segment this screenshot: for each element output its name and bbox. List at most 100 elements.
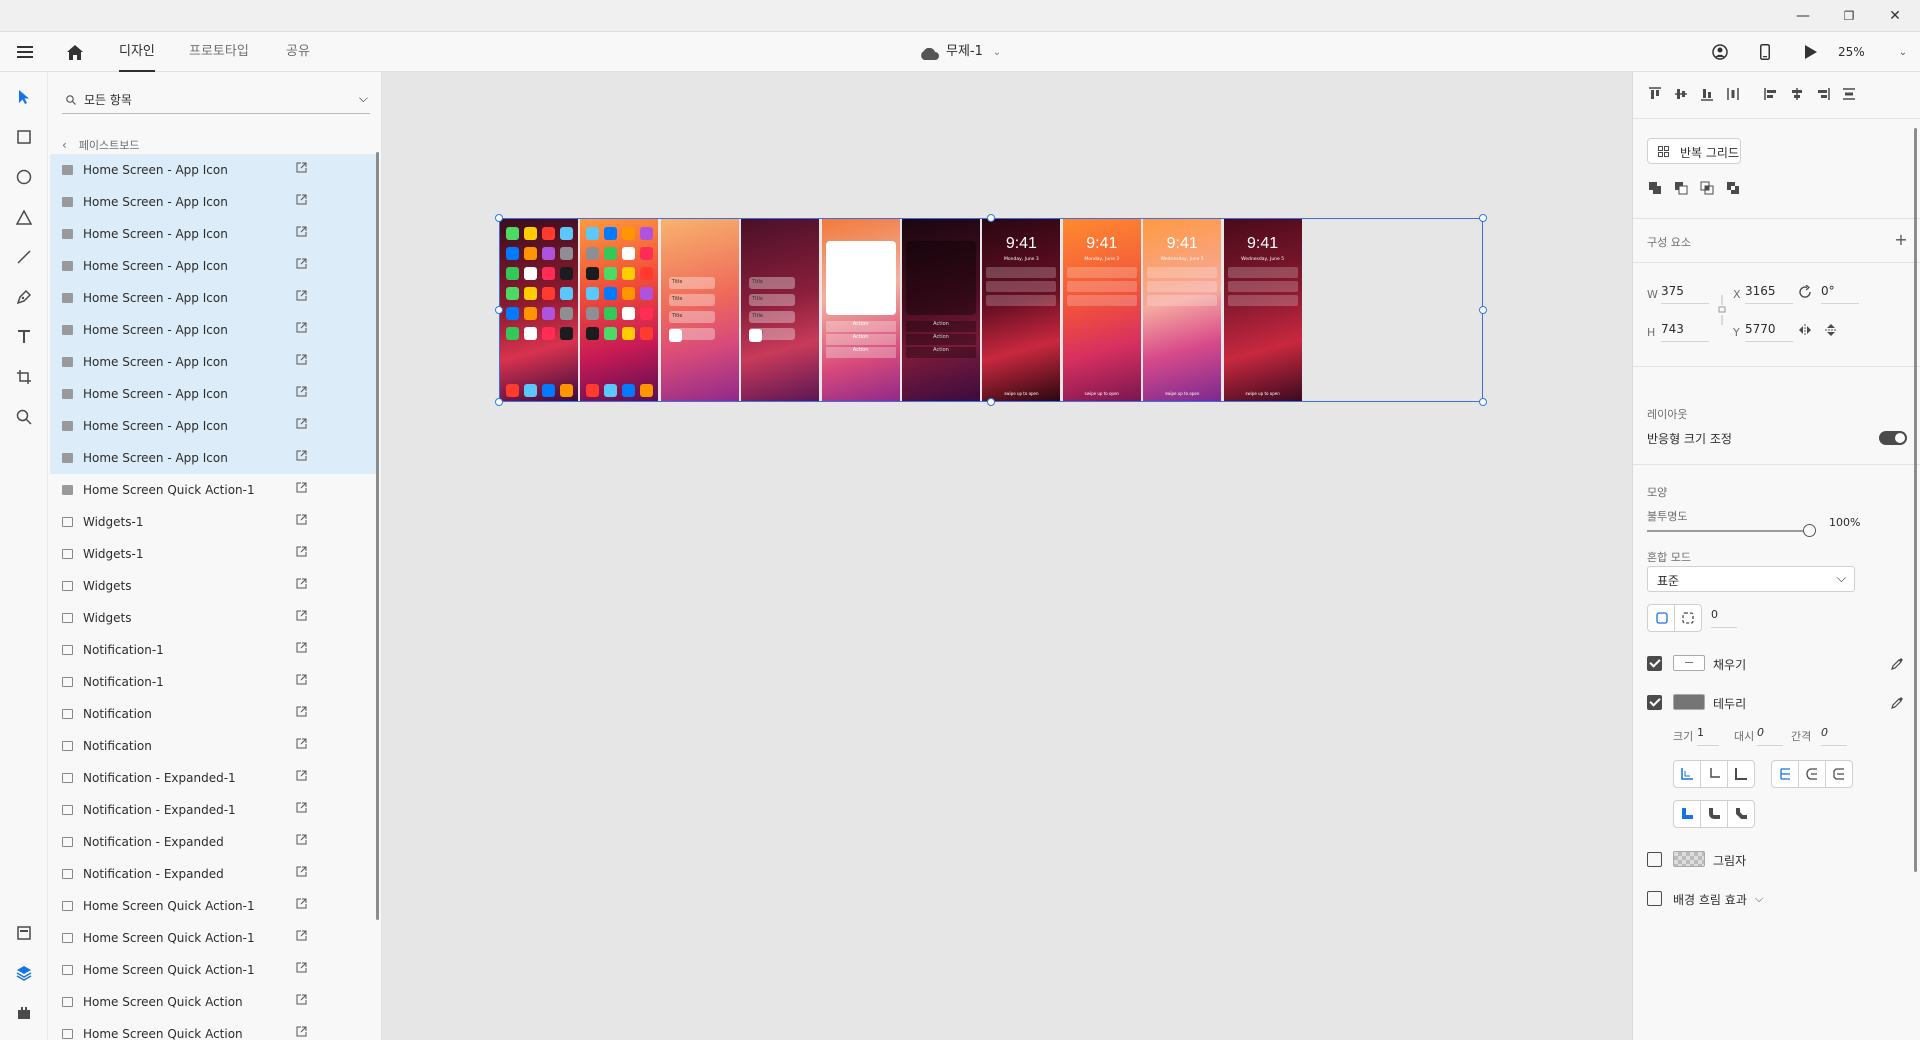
- align-right-icon[interactable]: [1813, 84, 1833, 104]
- open-external-icon[interactable]: [296, 770, 307, 784]
- device-preview-icon[interactable]: [1754, 41, 1776, 63]
- border-checkbox[interactable]: [1647, 695, 1662, 710]
- artboard-thumbnail[interactable]: 9:41 Monday, June 3 swipe up to open: [1062, 219, 1141, 401]
- open-external-icon[interactable]: [296, 450, 307, 464]
- layer-row[interactable]: Widgets-1: [50, 538, 376, 570]
- join-miter-button[interactable]: [1771, 760, 1799, 788]
- home-icon[interactable]: [64, 41, 86, 63]
- gap-input[interactable]: 0: [1821, 720, 1847, 746]
- corner-individual-button[interactable]: [1674, 604, 1702, 632]
- open-external-icon[interactable]: [296, 578, 307, 592]
- y-input[interactable]: 5770: [1745, 316, 1793, 342]
- ellipse-tool-icon[interactable]: [13, 166, 35, 188]
- layer-row[interactable]: Notification - Expanded-1: [50, 762, 376, 794]
- open-external-icon[interactable]: [296, 418, 307, 432]
- selection-handle[interactable]: [987, 214, 995, 222]
- artboard-thumbnail[interactable]: 9:41 Wednesday, June 5 swipe up to open: [1223, 219, 1302, 401]
- opacity-value[interactable]: 100%: [1829, 516, 1860, 529]
- close-button[interactable]: ✕: [1872, 0, 1918, 32]
- chevron-down-icon[interactable]: ⌄: [986, 41, 1008, 63]
- cap-butt-button[interactable]: [1673, 800, 1701, 828]
- align-left-icon[interactable]: [1761, 84, 1781, 104]
- selection-handle[interactable]: [1479, 306, 1487, 314]
- artboard-thumbnail[interactable]: 9:41 Wednesday, June 5 swipe up to open: [1143, 219, 1222, 401]
- distribute-vertical-icon[interactable]: [1723, 84, 1743, 104]
- layers-panel-icon[interactable]: [13, 962, 35, 984]
- open-external-icon[interactable]: [296, 802, 307, 816]
- layer-row[interactable]: Home Screen - App Icon: [50, 314, 376, 346]
- zoom-chevron-down-icon[interactable]: ⌄: [1892, 41, 1914, 63]
- open-external-icon[interactable]: [296, 1026, 307, 1040]
- stroke-inner-button[interactable]: [1673, 760, 1701, 788]
- open-external-icon[interactable]: [296, 642, 307, 656]
- layer-row[interactable]: Notification-1: [50, 666, 376, 698]
- border-eyedropper-icon[interactable]: [1887, 692, 1907, 712]
- restore-button[interactable]: ❐: [1826, 0, 1872, 32]
- user-test-icon[interactable]: [1709, 41, 1731, 63]
- dash-input[interactable]: 0: [1757, 720, 1783, 746]
- filter-chevron-down-icon[interactable]: ⌵: [359, 91, 368, 106]
- opacity-slider-track[interactable]: [1647, 530, 1809, 532]
- stroke-outer-button[interactable]: [1727, 760, 1755, 788]
- selection-handle[interactable]: [495, 214, 503, 222]
- inspector-scrollbar[interactable]: [1914, 128, 1917, 872]
- fill-swatch[interactable]: [1673, 655, 1705, 671]
- layer-row[interactable]: Home Screen - App Icon: [50, 442, 376, 474]
- artboard-thumbnail[interactable]: [580, 219, 659, 401]
- open-external-icon[interactable]: [296, 962, 307, 976]
- join-round-button[interactable]: [1798, 760, 1826, 788]
- opacity-slider-thumb[interactable]: [1803, 524, 1816, 537]
- open-external-icon[interactable]: [296, 706, 307, 720]
- select-tool-icon[interactable]: [13, 86, 35, 108]
- lock-aspect-icon[interactable]: [1712, 295, 1732, 325]
- zoom-tool-icon[interactable]: [13, 406, 35, 428]
- layers-scrollbar[interactable]: [376, 152, 379, 920]
- open-external-icon[interactable]: [296, 162, 307, 176]
- boolean-intersect-icon[interactable]: [1697, 178, 1717, 198]
- plugins-icon[interactable]: [13, 1002, 35, 1024]
- minimize-button[interactable]: —: [1780, 0, 1826, 32]
- join-bevel-button[interactable]: [1825, 760, 1853, 788]
- layer-row[interactable]: Home Screen - App Icon: [50, 154, 376, 186]
- layer-row[interactable]: Home Screen - App Icon: [50, 186, 376, 218]
- align-center-icon[interactable]: [1787, 84, 1807, 104]
- open-external-icon[interactable]: [296, 930, 307, 944]
- open-external-icon[interactable]: [296, 834, 307, 848]
- layer-row[interactable]: Home Screen - App Icon: [50, 282, 376, 314]
- layer-row[interactable]: Widgets: [50, 570, 376, 602]
- x-input[interactable]: 3165: [1745, 278, 1793, 304]
- width-input[interactable]: 375: [1661, 278, 1709, 304]
- open-external-icon[interactable]: [296, 322, 307, 336]
- artboard-tool-icon[interactable]: [13, 366, 35, 388]
- border-swatch[interactable]: [1673, 694, 1705, 710]
- polygon-tool-icon[interactable]: [13, 206, 35, 228]
- selection-handle[interactable]: [495, 306, 503, 314]
- zoom-level[interactable]: 25%: [1838, 32, 1865, 72]
- hamburger-menu-icon[interactable]: [14, 41, 36, 63]
- stroke-center-button[interactable]: [1700, 760, 1728, 788]
- open-external-icon[interactable]: [296, 226, 307, 240]
- open-external-icon[interactable]: [296, 866, 307, 880]
- selected-artboards-group[interactable]: TitleTitleTitleTitleTitleTitleTitleTitle…: [495, 214, 1487, 406]
- shadow-swatch[interactable]: [1673, 851, 1705, 867]
- layer-row[interactable]: Home Screen - App Icon: [50, 346, 376, 378]
- design-canvas[interactable]: TitleTitleTitleTitleTitleTitleTitleTitle…: [382, 72, 1632, 1040]
- open-external-icon[interactable]: [296, 386, 307, 400]
- open-external-icon[interactable]: [296, 290, 307, 304]
- artboard-thumbnail[interactable]: [500, 219, 578, 401]
- corner-radius-input[interactable]: 0: [1711, 602, 1737, 628]
- rectangle-tool-icon[interactable]: [13, 126, 35, 148]
- layer-row[interactable]: Home Screen - App Icon: [50, 218, 376, 250]
- layer-row[interactable]: Home Screen Quick Action-1: [50, 474, 376, 506]
- rotation-input[interactable]: 0°: [1821, 278, 1859, 304]
- open-external-icon[interactable]: [296, 546, 307, 560]
- play-preview-icon[interactable]: [1800, 41, 1822, 63]
- open-external-icon[interactable]: [296, 258, 307, 272]
- blend-mode-select[interactable]: 표준 ⌵: [1647, 566, 1855, 592]
- open-external-icon[interactable]: [296, 610, 307, 624]
- selection-handle[interactable]: [1479, 214, 1487, 222]
- artboard-thumbnail[interactable]: Action Action Action: [902, 219, 980, 401]
- line-tool-icon[interactable]: [13, 246, 35, 268]
- layer-row[interactable]: Home Screen Quick Action-1: [50, 954, 376, 986]
- open-external-icon[interactable]: [296, 994, 307, 1008]
